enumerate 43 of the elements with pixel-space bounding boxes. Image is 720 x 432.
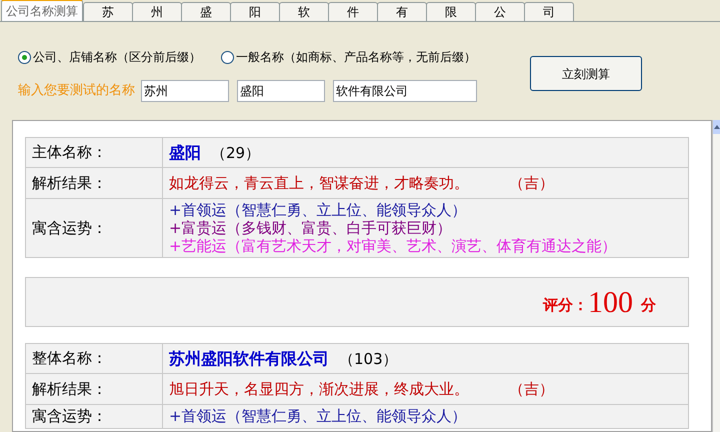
row-label: 寓含运势：	[26, 198, 162, 258]
fortune-line: +艺能运（富有艺术天才，对审美、艺术、演艺、体育有通达之能）	[169, 237, 618, 255]
radio-button[interactable]	[221, 50, 234, 64]
score-label: 评分：	[543, 294, 588, 316]
result-text: 如龙得云，青云直上，智谋奋进，才略奏功。	[169, 174, 469, 192]
stroke-count: （29）	[211, 144, 260, 162]
fortune-line: +富贵运（多钱财、富贵、白手可获巨财）	[169, 219, 453, 237]
tab[interactable]: 州	[132, 2, 182, 21]
calculate-button[interactable]: 立刻测算	[530, 56, 642, 91]
input-prompt: 输入您要测试的名称	[18, 82, 135, 100]
score-unit: 分	[641, 294, 656, 316]
name-value: 盛阳	[169, 142, 201, 162]
tab[interactable]: 有	[377, 2, 427, 21]
radio-label[interactable]: 公司、店铺名称（区分前后缀）	[33, 48, 201, 66]
name-input-field[interactable]: 苏州	[141, 80, 229, 102]
stroke-count: （103）	[339, 350, 398, 368]
tab[interactable]: 软	[279, 2, 329, 21]
tab[interactable]: 件	[328, 2, 378, 21]
scrollbar[interactable]	[712, 120, 720, 432]
tab[interactable]: 苏	[83, 2, 133, 21]
verdict: （吉）	[509, 174, 554, 192]
fortune-line: +首领运（智慧仁勇、立上位、能领导众人）	[169, 201, 468, 219]
row-label: 主体名称：	[26, 138, 162, 168]
row-label: 解析结果：	[26, 168, 162, 198]
tab[interactable]: 公司名称测算	[1, 0, 83, 21]
tab[interactable]: 阳	[230, 2, 280, 21]
radio-label[interactable]: 一般名称（如商标、产品名称等，无前后缀）	[236, 48, 476, 66]
row-label: 整体名称：	[26, 344, 162, 374]
tab[interactable]: 限	[426, 2, 476, 21]
fortune-line: +首领运（智慧仁勇、立上位、能领导众人）	[169, 407, 468, 425]
row-label: 寓含运势：	[26, 404, 162, 428]
name-input-field[interactable]: 软件有限公司	[333, 80, 477, 102]
scroll-up-arrow-icon[interactable]	[713, 120, 720, 134]
tab[interactable]: 公	[475, 2, 525, 21]
tab[interactable]: 司	[524, 2, 574, 21]
row-label: 解析结果：	[26, 374, 162, 404]
score-value: 100	[588, 284, 633, 320]
result-text: 旭日升天，名显四方，渐次进展，终成大业。	[169, 380, 469, 398]
radio-button[interactable]	[18, 50, 31, 64]
tab[interactable]: 盛	[181, 2, 231, 21]
name-input-field[interactable]: 盛阳	[237, 80, 325, 102]
verdict: （吉）	[509, 380, 554, 398]
name-value: 苏州盛阳软件有限公司	[169, 348, 329, 368]
